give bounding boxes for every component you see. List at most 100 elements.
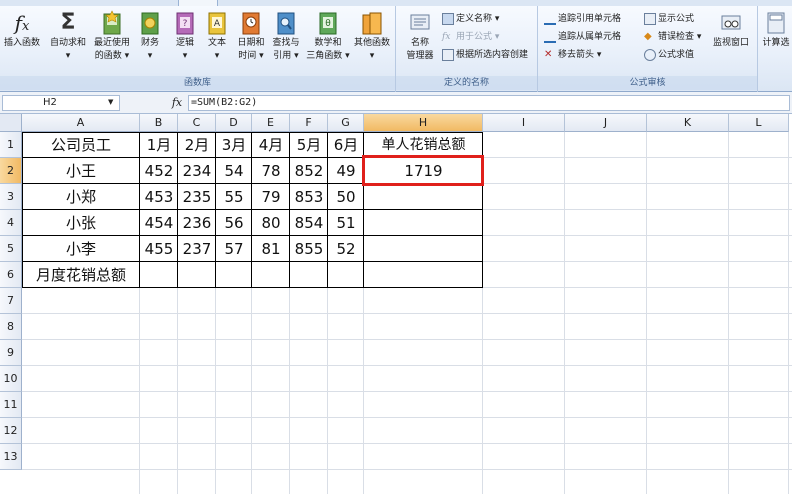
name-box[interactable]: H2 xyxy=(2,95,120,111)
trace-precedents-button[interactable]: 追踪引用单元格 xyxy=(544,10,621,28)
cell-e5[interactable]: 81 xyxy=(252,236,290,262)
cell-d5[interactable]: 57 xyxy=(216,236,252,262)
column-header-d[interactable]: D xyxy=(216,114,252,132)
math-trig-button[interactable]: θ 数学和 三角函数 ▾ xyxy=(306,10,350,72)
cell-g3[interactable]: 50 xyxy=(328,184,364,210)
column-header-f[interactable]: F xyxy=(290,114,328,132)
cell-g4[interactable]: 51 xyxy=(328,210,364,236)
cell-h6[interactable] xyxy=(364,262,483,288)
cell-c4[interactable]: 236 xyxy=(178,210,216,236)
column-header-l[interactable]: L xyxy=(729,114,789,132)
row-header-6[interactable]: 6 xyxy=(0,262,22,288)
row-header-7[interactable]: 7 xyxy=(0,288,22,314)
row-header-3[interactable]: 3 xyxy=(0,184,22,210)
insert-function-fx-button[interactable]: fx xyxy=(168,95,186,111)
show-formulas-button[interactable]: 显示公式 xyxy=(644,10,694,28)
cell-b5[interactable]: 455 xyxy=(140,236,178,262)
cell-a4[interactable]: 小张 xyxy=(22,210,140,236)
cell-d6[interactable] xyxy=(216,262,252,288)
remove-arrows-button[interactable]: ✕ 移去箭头 ▾ xyxy=(544,46,601,64)
cell-d4[interactable]: 56 xyxy=(216,210,252,236)
row-header-12[interactable]: 12 xyxy=(0,418,22,444)
row-header-13[interactable]: 13 xyxy=(0,444,22,470)
cell-e2[interactable]: 78 xyxy=(252,158,290,184)
cell-g1[interactable]: 6月 xyxy=(328,132,364,158)
insert-function-button[interactable]: fx 插入函数 xyxy=(0,10,44,72)
cell-c2[interactable]: 234 xyxy=(178,158,216,184)
select-all-corner[interactable] xyxy=(0,114,22,132)
row-header-11[interactable]: 11 xyxy=(0,392,22,418)
cell-d1[interactable]: 3月 xyxy=(216,132,252,158)
column-header-i[interactable]: I xyxy=(483,114,565,132)
column-header-j[interactable]: J xyxy=(565,114,647,132)
trace-dependents-button[interactable]: 追踪从属单元格 xyxy=(544,28,621,46)
cell-b4[interactable]: 454 xyxy=(140,210,178,236)
table-border-vertical xyxy=(251,132,252,288)
table-border-vertical xyxy=(139,132,140,288)
cell-f1[interactable]: 5月 xyxy=(290,132,328,158)
column-header-h[interactable]: H xyxy=(364,114,483,132)
chevron-down-icon[interactable]: ▼ xyxy=(108,98,118,106)
watch-window-button[interactable]: 监视窗口 xyxy=(708,10,754,72)
column-header-b[interactable]: B xyxy=(140,114,178,132)
use-in-formula-button[interactable]: fx 用于公式 ▾ xyxy=(442,28,499,46)
cell-c6[interactable] xyxy=(178,262,216,288)
table-border-horizontal xyxy=(22,287,483,288)
formula-input[interactable]: =SUM(B2:G2) xyxy=(188,95,790,111)
row-header-2[interactable]: 2 xyxy=(0,158,22,184)
more-functions-button[interactable]: 其他函数 ▾ xyxy=(350,10,394,72)
cell-a1[interactable]: 公司员工 xyxy=(22,132,140,158)
cell-c3[interactable]: 235 xyxy=(178,184,216,210)
calculate-options-button[interactable]: 计算选 xyxy=(760,10,792,72)
error-checking-button[interactable]: ◆ 错误检查 ▾ xyxy=(644,28,701,46)
row-header-10[interactable]: 10 xyxy=(0,366,22,392)
cell-f5[interactable]: 855 xyxy=(290,236,328,262)
row-header-1[interactable]: 1 xyxy=(0,132,22,158)
column-header-a[interactable]: A xyxy=(22,114,140,132)
cell-g2[interactable]: 49 xyxy=(328,158,364,184)
column-header-k[interactable]: K xyxy=(647,114,729,132)
cell-a2[interactable]: 小王 xyxy=(22,158,140,184)
cell-a3[interactable]: 小郑 xyxy=(22,184,140,210)
cell-e1[interactable]: 4月 xyxy=(252,132,290,158)
table-border-vertical xyxy=(215,132,216,288)
cell-a6[interactable]: 月度花销总额 xyxy=(22,262,140,288)
cell-g5[interactable]: 52 xyxy=(328,236,364,262)
column-header-c[interactable]: C xyxy=(178,114,216,132)
evaluate-formula-button[interactable]: 公式求值 xyxy=(644,46,694,64)
cell-e4[interactable]: 80 xyxy=(252,210,290,236)
create-from-selection-button[interactable]: 根据所选内容创建 xyxy=(442,46,528,64)
row-header-4[interactable]: 4 xyxy=(0,210,22,236)
cell-f6[interactable] xyxy=(290,262,328,288)
row-header-8[interactable]: 8 xyxy=(0,314,22,340)
cell-d2[interactable]: 54 xyxy=(216,158,252,184)
cell-g6[interactable] xyxy=(328,262,364,288)
cell-e3[interactable]: 79 xyxy=(252,184,290,210)
row-header-5[interactable]: 5 xyxy=(0,236,22,262)
column-header-e[interactable]: E xyxy=(252,114,290,132)
cell-c5[interactable]: 237 xyxy=(178,236,216,262)
cell-e6[interactable] xyxy=(252,262,290,288)
column-header-g[interactable]: G xyxy=(328,114,364,132)
row-header-9[interactable]: 9 xyxy=(0,340,22,366)
cell-b1[interactable]: 1月 xyxy=(140,132,178,158)
cell-d3[interactable]: 55 xyxy=(216,184,252,210)
cell-f4[interactable]: 854 xyxy=(290,210,328,236)
cell-f2[interactable]: 852 xyxy=(290,158,328,184)
lookup-reference-button[interactable]: 查找与 引用 ▾ xyxy=(264,10,308,72)
cell-h5[interactable] xyxy=(364,236,483,262)
cell-c1[interactable]: 2月 xyxy=(178,132,216,158)
cell-h4[interactable] xyxy=(364,210,483,236)
cell-b2[interactable]: 452 xyxy=(140,158,178,184)
cell-b6[interactable] xyxy=(140,262,178,288)
cell-h3[interactable] xyxy=(364,184,483,210)
svg-text:θ: θ xyxy=(325,19,331,29)
star-book-icon xyxy=(103,10,121,35)
name-manager-button[interactable]: 名称 管理器 xyxy=(400,10,440,72)
show-formulas-icon xyxy=(644,12,656,25)
cell-b3[interactable]: 453 xyxy=(140,184,178,210)
define-name-button[interactable]: 定义名称 ▾ xyxy=(442,10,499,28)
autosum-button[interactable]: Σ 自动求和 ▾ xyxy=(46,10,90,72)
cell-a5[interactable]: 小李 xyxy=(22,236,140,262)
cell-f3[interactable]: 853 xyxy=(290,184,328,210)
